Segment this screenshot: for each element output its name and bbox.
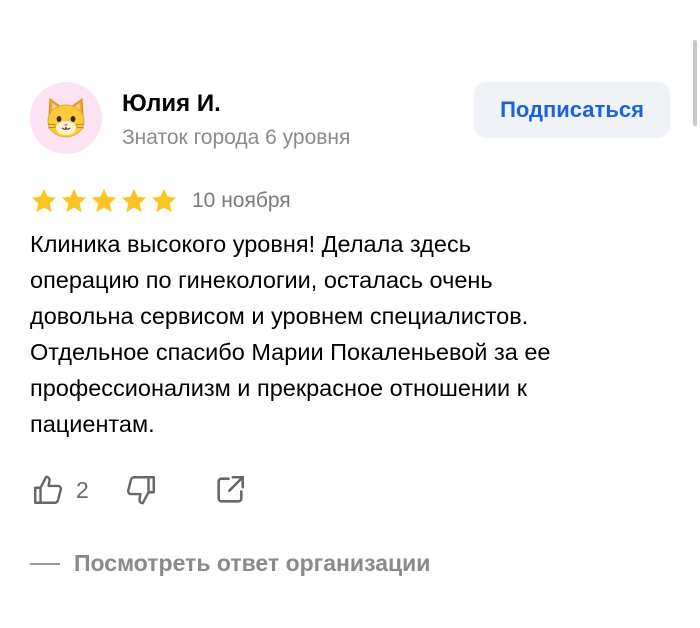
dash-divider xyxy=(30,562,60,565)
review-text-line: пациентам. xyxy=(30,411,155,437)
review-text-line: довольна сервисом и уровнем специалистов… xyxy=(30,303,529,329)
review-date: 10 ноября xyxy=(192,189,291,212)
like-count: 2 xyxy=(76,476,89,503)
review-text: Клиника высокого уровня! Делала здесь опе… xyxy=(30,226,680,442)
review-text-line: Отдельное спасибо Марии Покаленьевой за … xyxy=(30,339,551,365)
dislike-button[interactable] xyxy=(123,472,159,508)
like-button[interactable]: 2 xyxy=(30,472,89,508)
subscribe-button[interactable]: Подписаться xyxy=(474,82,670,138)
review-text-line: профессионализм и прекрасное отношении к xyxy=(30,375,527,401)
star-icon xyxy=(61,188,87,213)
review-header: Юлия И. Знаток города 6 уровня Подписать… xyxy=(30,82,670,156)
author-name[interactable]: Юлия И. xyxy=(122,90,221,118)
thumbs-down-icon xyxy=(126,476,155,505)
review-actions: 2 xyxy=(30,470,247,510)
review-meta: 10 ноября xyxy=(30,186,291,216)
view-organization-response-label: Посмотреть ответ организации xyxy=(74,550,431,576)
cat-face-icon xyxy=(47,98,85,138)
rating-stars xyxy=(30,187,178,215)
review-text-line: Клиника высокого уровня! Делала здесь xyxy=(30,231,471,257)
share-icon xyxy=(217,475,244,503)
share-button[interactable] xyxy=(213,473,247,507)
scrollbar[interactable] xyxy=(693,40,697,126)
star-icon xyxy=(121,188,147,213)
avatar[interactable] xyxy=(30,82,102,154)
star-icon xyxy=(151,188,177,213)
star-icon xyxy=(91,188,117,213)
review-text-line: операцию по гинекологии, осталась очень xyxy=(30,267,493,293)
star-icon xyxy=(31,188,57,213)
thumbs-up-icon xyxy=(34,475,63,504)
author-level: Знаток города 6 уровня xyxy=(122,126,351,149)
view-organization-response[interactable]: Посмотреть ответ организации xyxy=(30,550,430,577)
